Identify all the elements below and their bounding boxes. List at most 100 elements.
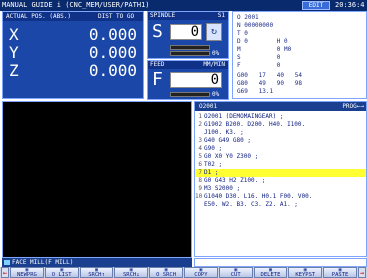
program-line[interactable]: 9 M3 S2000 ; bbox=[195, 185, 366, 193]
spindle-panel: SPINDLE S1 S 0 ↻ 0% bbox=[147, 11, 229, 59]
axis-value: 0.000 bbox=[88, 43, 137, 62]
input-line[interactable] bbox=[194, 258, 367, 267]
line-number: 8 bbox=[198, 177, 202, 184]
clock: 20:36:4 bbox=[335, 1, 365, 9]
line-number: 3 bbox=[198, 137, 202, 144]
line-number: 6 bbox=[198, 161, 202, 168]
modal-line: O 2001 bbox=[237, 14, 259, 21]
softkey-srch[interactable]: ▣ SRCH↑ bbox=[79, 267, 114, 278]
softkey-label: PASTE bbox=[331, 272, 349, 278]
line-text: G40 G49 G80 ; bbox=[204, 137, 251, 144]
axis-row-z: Z 0.000 bbox=[9, 62, 139, 80]
softkey-cut[interactable]: ▣ CUT bbox=[218, 267, 253, 278]
program-editor[interactable]: O2001 PROG←→ 1 O2001 (DEMOMAINGEAR) ; 2 G19… bbox=[194, 101, 367, 257]
line-text: J100. K3. ; bbox=[204, 129, 244, 136]
softkey-label: NEWPRG bbox=[16, 272, 37, 278]
program-header-right: PROG←→ bbox=[342, 103, 364, 110]
face-mill-icon bbox=[4, 260, 10, 265]
program-header: O2001 PROG←→ bbox=[195, 102, 366, 111]
line-text: D1 ; bbox=[204, 169, 219, 176]
program-line[interactable]: 3 G40 G49 G80 ; bbox=[195, 137, 366, 145]
spindle-load-meter bbox=[170, 45, 210, 50]
modal-line: M 0 M0 bbox=[237, 46, 292, 53]
softkey-srch[interactable]: ▣ SRCH↓ bbox=[114, 267, 149, 278]
program-line[interactable]: J100. K3. ; bbox=[195, 129, 366, 137]
softkey-left-arrow[interactable]: ← bbox=[1, 267, 9, 278]
position-header: ACTUAL POS. (ABS.) DIST TO GO bbox=[3, 12, 143, 21]
softkey-label: CUT bbox=[230, 272, 241, 278]
softkey-right-arrow[interactable]: → bbox=[358, 267, 366, 278]
feed-unit: MM/MIN bbox=[203, 61, 225, 68]
program-line[interactable]: 2 G1902 B200. D200. H40. I100. bbox=[195, 121, 366, 129]
cycle-label-bar: FACE MILL(F MILL) bbox=[2, 258, 192, 267]
program-line[interactable]: E50. W2. B3. C3. Z2. A1. ; bbox=[195, 201, 366, 209]
program-line[interactable]: 6 T02 ; bbox=[195, 161, 366, 169]
line-text: G0 G43 H2 Z100. ; bbox=[204, 177, 266, 184]
spindle-channel: S1 bbox=[217, 12, 225, 19]
line-text: G0 X0 Y0 Z300 ; bbox=[204, 153, 259, 160]
program-line[interactable]: 4 G90 ; bbox=[195, 145, 366, 153]
softkey-label: O SRCH bbox=[156, 272, 177, 278]
axis-row-y: Y 0.000 bbox=[9, 44, 139, 62]
program-line[interactable]: 10 G1040 D30. L16. H0.1 F00. V00. bbox=[195, 193, 366, 201]
title-bar: MANUAL GUIDE i (CNC_MEM/USER/PATH1) EDIT… bbox=[0, 0, 367, 11]
modal-line: F 0 bbox=[237, 62, 281, 69]
modal-line: D 0 H 0 bbox=[237, 38, 288, 45]
simulation-viewer[interactable] bbox=[2, 101, 192, 258]
line-text: E50. W2. B3. C3. Z2. A1. ; bbox=[204, 201, 298, 208]
mode-indicator: EDIT bbox=[302, 1, 330, 10]
softkey-newprg[interactable]: ▣ NEWPRG bbox=[10, 267, 44, 278]
axis-label: Z bbox=[9, 61, 19, 80]
softkey-paste[interactable]: ▣ PASTE bbox=[323, 267, 357, 278]
spindle-load-meter-2 bbox=[170, 51, 210, 56]
axis-label: X bbox=[9, 25, 19, 44]
line-text: G1902 B200. D200. H40. I100. bbox=[204, 121, 306, 128]
spindle-direction-icon: ↻ bbox=[206, 23, 222, 41]
softkey-bar: ← ▣ NEWPRG ▣ O LIST ▣ SRCH↑ ▣ SRCH↓ ▣ O SRCH ▣ COPY… bbox=[0, 267, 367, 278]
program-line[interactable]: 8 G0 G43 H2 Z100. ; bbox=[195, 177, 366, 185]
position-header-right: DIST TO GO bbox=[98, 13, 135, 20]
modal-line: G80 49 90 98 bbox=[237, 80, 303, 87]
program-line[interactable]: 7 D1 ; bbox=[195, 169, 366, 177]
axis-value: 0.000 bbox=[88, 25, 137, 44]
modal-line: T 0 bbox=[237, 30, 248, 37]
position-panel: ACTUAL POS. (ABS.) DIST TO GO X 0.000 Y … bbox=[2, 11, 144, 99]
modal-line: S 0 bbox=[237, 54, 281, 61]
spindle-header: SPINDLE S1 bbox=[148, 12, 228, 20]
spindle-header-label: SPINDLE bbox=[150, 12, 176, 19]
softkey-delete[interactable]: ▣ DELETE bbox=[253, 267, 288, 278]
program-line[interactable]: 5 G0 X0 Y0 Z300 ; bbox=[195, 153, 366, 161]
softkey-label: SRCH↓ bbox=[123, 272, 140, 278]
line-number: 2 bbox=[198, 121, 202, 128]
line-text: O2001 (DEMOMAINGEAR) ; bbox=[204, 113, 284, 120]
feed-override-percent: 0% bbox=[212, 91, 220, 98]
feed-value: 0 bbox=[170, 72, 222, 88]
softkey-o-srch[interactable]: ▣ O SRCH bbox=[149, 267, 183, 278]
feed-override-meter bbox=[170, 92, 210, 97]
line-number: 7 bbox=[198, 169, 202, 176]
spindle-load-percent: 0% bbox=[212, 50, 220, 57]
line-text: M3 S2000 ; bbox=[204, 185, 241, 192]
line-number: 1 bbox=[198, 113, 202, 120]
softkey-o-list[interactable]: ▣ O LIST bbox=[44, 267, 79, 278]
axis-row-x: X 0.000 bbox=[9, 26, 139, 44]
cycle-label: FACE MILL(F MILL) bbox=[12, 259, 74, 266]
softkey-label: SRCH↑ bbox=[88, 272, 105, 278]
softkey-keypst[interactable]: ▣ KEYPST bbox=[288, 267, 323, 278]
feed-header: FEED MM/MIN bbox=[148, 61, 228, 69]
modal-line: G69 13.1 bbox=[237, 88, 274, 95]
modal-line: G00 17 40 54 bbox=[237, 72, 303, 79]
line-number: 5 bbox=[198, 153, 202, 160]
program-line[interactable]: 1 O2001 (DEMOMAINGEAR) ; bbox=[195, 113, 366, 121]
line-text: G1040 D30. L16. H0.1 F00. V00. bbox=[204, 193, 313, 200]
axis-label: Y bbox=[9, 43, 19, 62]
axis-value: 0.000 bbox=[88, 61, 137, 80]
feed-header-label: FEED bbox=[150, 61, 165, 68]
softkey-label: COPY bbox=[194, 272, 208, 278]
line-text: G90 ; bbox=[204, 145, 223, 152]
feed-panel: FEED MM/MIN F 0 0% bbox=[147, 60, 229, 100]
softkey-copy[interactable]: ▣ COPY bbox=[184, 267, 218, 278]
line-number: 4 bbox=[198, 145, 202, 152]
line-text: T02 ; bbox=[204, 161, 223, 168]
modal-info-panel: O 2001 N 00000000 T 0 D 0 H 0 M 0 M0 S 0… bbox=[232, 11, 367, 99]
